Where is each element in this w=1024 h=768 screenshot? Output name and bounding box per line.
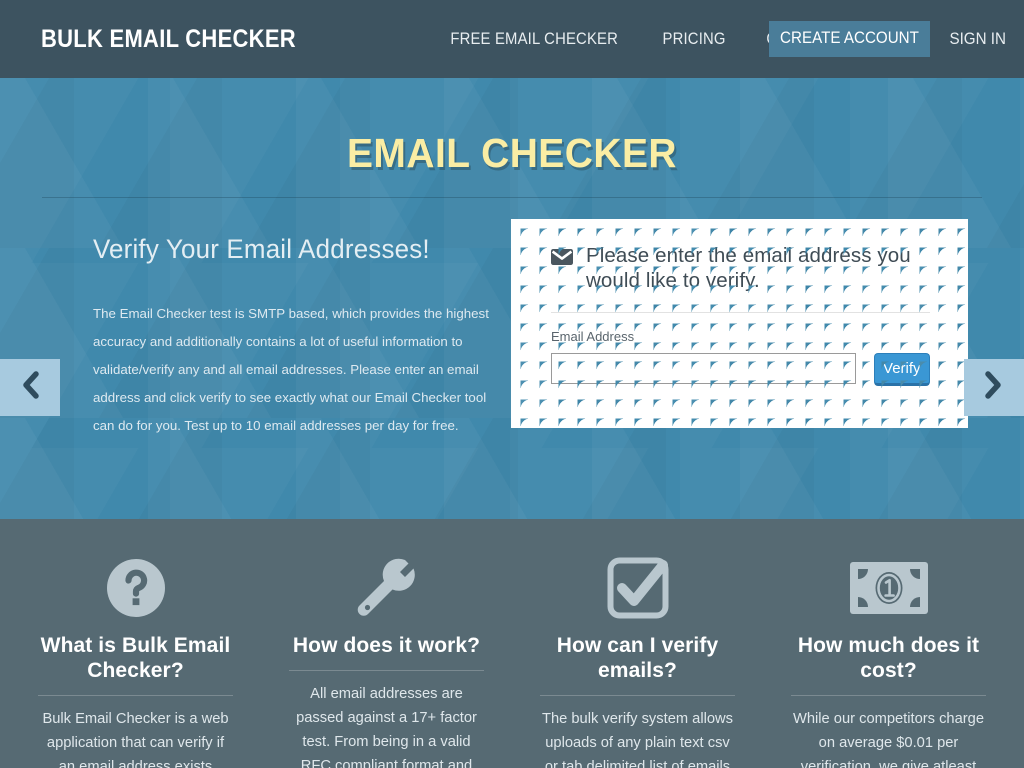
hero-columns: Verify Your Email Addresses! The Email C… xyxy=(42,219,982,440)
carousel-next-button[interactable] xyxy=(964,359,1024,416)
email-field-row: Verify xyxy=(551,353,930,386)
verify-button[interactable]: Verify xyxy=(873,353,930,386)
feature-divider xyxy=(791,695,986,696)
page-title: EMAIL CHECKER xyxy=(346,130,678,176)
feature-text: All email addresses are passed against a… xyxy=(296,686,477,768)
carousel-prev-button[interactable] xyxy=(0,359,60,416)
features-section: What is Bulk Email Checker? Bulk Email C… xyxy=(0,519,1024,768)
feature-text: While our competitors charge on average … xyxy=(792,711,985,768)
card-heading-row: Please enter the email address you would… xyxy=(551,243,930,293)
feature-card: How can I verify emails? The bulk verify… xyxy=(512,550,763,768)
hero-lead: Verify Your Email Addresses! xyxy=(93,234,430,264)
envelope-icon xyxy=(551,249,573,270)
hero-section: EMAIL CHECKER Verify Your Email Addresse… xyxy=(0,78,1024,519)
chevron-right-icon xyxy=(983,370,1005,405)
feature-text: The bulk verify system allows uploads of… xyxy=(542,711,733,768)
hero-content: EMAIL CHECKER Verify Your Email Addresse… xyxy=(42,78,982,440)
create-account-button[interactable]: CREATE ACCOUNT xyxy=(768,21,930,57)
feature-card: What is Bulk Email Checker? Bulk Email C… xyxy=(10,550,261,768)
card-divider xyxy=(551,312,930,313)
nav-item-free-email-checker[interactable]: FREE EMAIL CHECKER xyxy=(450,30,618,49)
feature-title: What is Bulk Email Checker? xyxy=(40,634,231,682)
feature-title: How does it work? xyxy=(292,634,481,657)
money-bill-icon xyxy=(791,550,986,626)
feature-title: How can I verify emails? xyxy=(556,634,719,682)
hero-form-column: Please enter the email address you would… xyxy=(497,219,982,440)
header-account-actions: CREATE ACCOUNT SIGN IN xyxy=(762,0,1008,78)
feature-title: How much does it cost? xyxy=(797,634,980,682)
site-header: BULK EMAIL CHECKER FREE EMAIL CHECKER PR… xyxy=(0,0,1024,78)
check-square-icon xyxy=(540,550,735,626)
chevron-left-icon xyxy=(19,370,41,405)
card-heading: Please enter the email address you would… xyxy=(586,244,911,292)
wrench-icon xyxy=(289,550,484,626)
brand-logo[interactable]: BULK EMAIL CHECKER xyxy=(41,25,296,54)
email-verify-card: Please enter the email address you would… xyxy=(511,219,968,428)
hero-text-column: Verify Your Email Addresses! The Email C… xyxy=(42,234,497,440)
feature-divider xyxy=(289,670,484,671)
hero-body-copy: The Email Checker test is SMTP based, wh… xyxy=(93,306,489,433)
nav-item-pricing[interactable]: PRICING xyxy=(663,30,726,49)
question-circle-icon xyxy=(38,550,233,626)
email-input[interactable] xyxy=(551,353,856,384)
feature-card: How much does it cost? While our competi… xyxy=(763,550,1014,768)
hero-divider xyxy=(42,197,982,198)
sign-in-link[interactable]: SIGN IN xyxy=(949,30,1006,49)
email-field-label: Email Address xyxy=(551,329,635,344)
feature-card: How does it work? All email addresses ar… xyxy=(261,550,512,768)
feature-divider xyxy=(540,695,735,696)
feature-text: Bulk Email Checker is a web application … xyxy=(42,711,229,768)
feature-divider xyxy=(38,695,233,696)
